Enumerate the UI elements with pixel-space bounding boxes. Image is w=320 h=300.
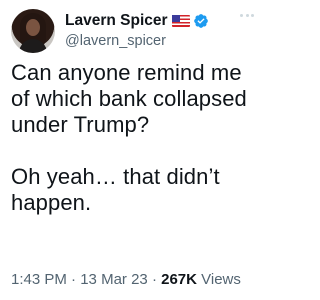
- name-row: Lavern Spicer: [65, 12, 209, 30]
- author-handle[interactable]: @lavern_spicer: [65, 34, 209, 49]
- more-dots-icon[interactable]: [240, 14, 254, 17]
- tweet-text-paragraph-1: Can anyone remind me of which bank colla…: [11, 60, 247, 137]
- tweet: Lavern Spicer @lavern_spicer Can anyone …: [0, 0, 265, 300]
- verified-badge-icon[interactable]: [193, 13, 209, 29]
- us-flag-icon: [171, 15, 190, 27]
- meta-separator: ·: [71, 271, 77, 288]
- tweet-header: Lavern Spicer @lavern_spicer: [11, 6, 255, 56]
- tweet-text: Can anyone remind me of which bank colla…: [11, 60, 255, 216]
- tweet-date[interactable]: 13 Mar 23: [80, 271, 148, 288]
- views-count[interactable]: 267K: [161, 271, 197, 288]
- author-block: Lavern Spicer @lavern_spicer: [65, 6, 209, 49]
- meta-separator-2: ·: [151, 271, 157, 288]
- views-label: Views: [201, 271, 241, 288]
- tweet-time[interactable]: 1:43 PM: [11, 271, 67, 288]
- avatar-face: [26, 19, 40, 36]
- display-name[interactable]: Lavern Spicer: [65, 13, 168, 29]
- tweet-text-paragraph-2: Oh yeah… that didn’t happen.: [11, 164, 220, 215]
- avatar[interactable]: [11, 9, 55, 53]
- tweet-meta: 1:43 PM · 13 Mar 23 · 267K Views: [11, 271, 241, 288]
